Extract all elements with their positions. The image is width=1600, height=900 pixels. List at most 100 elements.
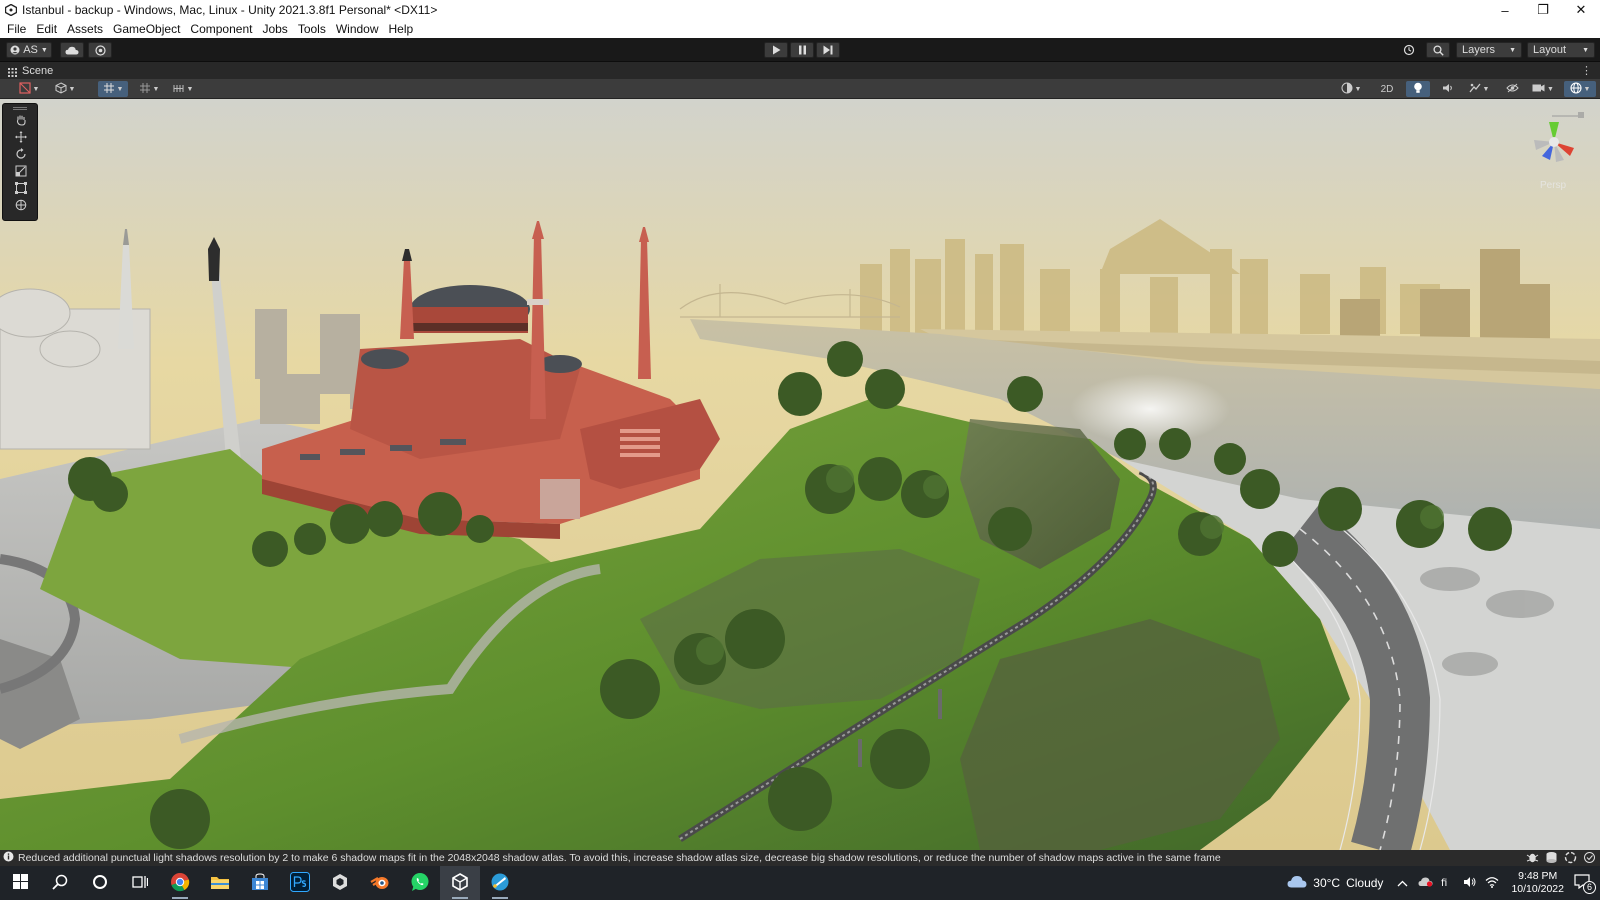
search-button[interactable]: [1426, 42, 1450, 58]
play-button[interactable]: [764, 42, 788, 58]
windows-taskbar: 30°C Cloudy ﬁ 9:48 PM 10/10/2022 6: [0, 866, 1600, 900]
clock[interactable]: 9:48 PM 10/10/2022: [1511, 870, 1564, 896]
tool-palette: [2, 103, 38, 221]
layout-dropdown[interactable]: Layout ▼: [1527, 42, 1595, 58]
menu-edit[interactable]: Edit: [31, 22, 62, 36]
taskbar-visual-studio-code[interactable]: [480, 866, 520, 900]
store-bag-icon: [251, 872, 269, 894]
toggle-2d-button[interactable]: 2D: [1374, 81, 1400, 97]
bug-icon[interactable]: [1526, 851, 1539, 867]
start-button[interactable]: [0, 866, 40, 900]
more-options-icon[interactable]: ⋮: [1581, 64, 1592, 77]
shading-dropdown[interactable]: ▼: [50, 81, 80, 97]
chevron-down-icon: ▼: [1482, 85, 1490, 93]
progress-spinner-icon[interactable]: [1564, 851, 1577, 867]
grid-snap-toggle[interactable]: ▼: [98, 81, 128, 97]
grid-visibility-dropdown[interactable]: ▼: [134, 81, 164, 97]
audio-toggle[interactable]: [1436, 81, 1460, 97]
projection-label[interactable]: Persp: [1540, 180, 1566, 191]
taskbar-file-explorer[interactable]: [200, 866, 240, 900]
notification-count: 6: [1582, 881, 1596, 894]
palette-grip-icon[interactable]: [3, 104, 37, 112]
rotate-tool[interactable]: [8, 147, 34, 163]
task-view-button[interactable]: [120, 866, 160, 900]
rect-tool[interactable]: [8, 181, 34, 197]
taskbar-chrome[interactable]: [160, 866, 200, 900]
account-icon: [10, 45, 20, 55]
layers-dropdown[interactable]: Layers ▼: [1456, 42, 1522, 58]
speaker-icon: [1442, 83, 1454, 96]
undo-history-button[interactable]: [1397, 42, 1421, 58]
chevron-down-icon: ▼: [68, 85, 76, 93]
cloud-icon: [1287, 875, 1307, 891]
unity-logo-icon: [4, 3, 18, 17]
scale-icon: [15, 165, 27, 180]
cortana-button[interactable]: [80, 866, 120, 900]
notifications-button[interactable]: 6: [1574, 874, 1596, 894]
camera-settings-dropdown[interactable]: ▼: [1528, 81, 1558, 97]
step-button[interactable]: [816, 42, 840, 58]
orientation-gizmo[interactable]: Persp: [1522, 112, 1586, 194]
lighting-toggle[interactable]: [1406, 81, 1430, 97]
taskbar-whatsapp[interactable]: [400, 866, 440, 900]
minimize-button[interactable]: –: [1486, 0, 1524, 20]
cloud-icon: [65, 46, 79, 55]
settings-circle-icon[interactable]: [1583, 851, 1596, 867]
menu-help[interactable]: Help: [384, 22, 419, 36]
menu-jobs[interactable]: Jobs: [257, 22, 292, 36]
transform-tool[interactable]: [8, 198, 34, 214]
menu-tools[interactable]: Tools: [293, 22, 331, 36]
restore-button[interactable]: ❐: [1524, 0, 1562, 20]
svg-text:ﬁ: ﬁ: [1441, 878, 1447, 888]
chevron-up-icon[interactable]: [1397, 876, 1408, 890]
menu-assets[interactable]: Assets: [62, 22, 108, 36]
close-button[interactable]: ✕: [1562, 0, 1600, 20]
menu-gameobject[interactable]: GameObject: [108, 22, 185, 36]
tab-scene[interactable]: Scene: [22, 65, 53, 77]
scene-viewport[interactable]: [0, 99, 1600, 850]
taskbar-unity-hub[interactable]: [320, 866, 360, 900]
chevron-down-icon: ▼: [1583, 85, 1591, 93]
collab-button[interactable]: [88, 42, 112, 58]
hand-tool[interactable]: [8, 113, 34, 129]
render-mode-dropdown[interactable]: ▼: [1336, 81, 1366, 97]
taskbar-photoshop[interactable]: [280, 866, 320, 900]
taskbar-unity-editor[interactable]: [440, 866, 480, 900]
close-icon: ✕: [1575, 2, 1587, 17]
windows-logo-icon: [12, 874, 28, 892]
increment-snap-dropdown[interactable]: ▼: [168, 81, 198, 97]
cache-server-icon[interactable]: [1545, 851, 1558, 867]
onedrive-icon[interactable]: [1418, 876, 1433, 890]
toggle-2d-label: 2D: [1380, 83, 1394, 95]
lightbulb-icon: [1413, 82, 1423, 97]
taskbar-search-button[interactable]: [40, 866, 80, 900]
chrome-icon: [170, 872, 190, 895]
gizmos-dropdown[interactable]: ▼: [1564, 81, 1596, 97]
weather-temp[interactable]: 30°C: [1313, 876, 1340, 890]
move-tool[interactable]: [8, 130, 34, 146]
chevron-down-icon: ▼: [1582, 46, 1589, 54]
taskbar-blender[interactable]: [360, 866, 400, 900]
pause-button[interactable]: [790, 42, 814, 58]
scene-toolbar: ▼ ▼ ▼ ▼ ▼ ▼ 2D ▼ ▼ ▼: [0, 79, 1600, 99]
menu-bar: File Edit Assets GameObject Component Jo…: [0, 20, 1600, 38]
language-icon[interactable]: ﬁ: [1441, 876, 1455, 891]
menu-window[interactable]: Window: [331, 22, 384, 36]
hidden-objects-toggle[interactable]: [1500, 81, 1524, 97]
account-dropdown[interactable]: AS ▼: [6, 42, 52, 58]
scale-tool[interactable]: [8, 164, 34, 180]
menu-file[interactable]: File: [2, 22, 31, 36]
draw-mode-dropdown[interactable]: ▼: [14, 81, 44, 97]
taskbar-ms-store[interactable]: [240, 866, 280, 900]
chevron-down-icon: ▼: [152, 85, 160, 93]
cloud-button[interactable]: [60, 42, 84, 58]
menu-component[interactable]: Component: [185, 22, 257, 36]
effects-dropdown[interactable]: ▼: [1464, 81, 1494, 97]
weather-text[interactable]: Cloudy: [1346, 876, 1383, 890]
wifi-icon[interactable]: [1485, 876, 1499, 891]
grid-icon: [139, 82, 151, 97]
cortana-circle-icon: [92, 874, 108, 893]
console-message[interactable]: Reduced additional punctual light shadow…: [18, 852, 1221, 864]
folder-icon: [210, 874, 230, 893]
volume-icon[interactable]: [1463, 876, 1477, 891]
